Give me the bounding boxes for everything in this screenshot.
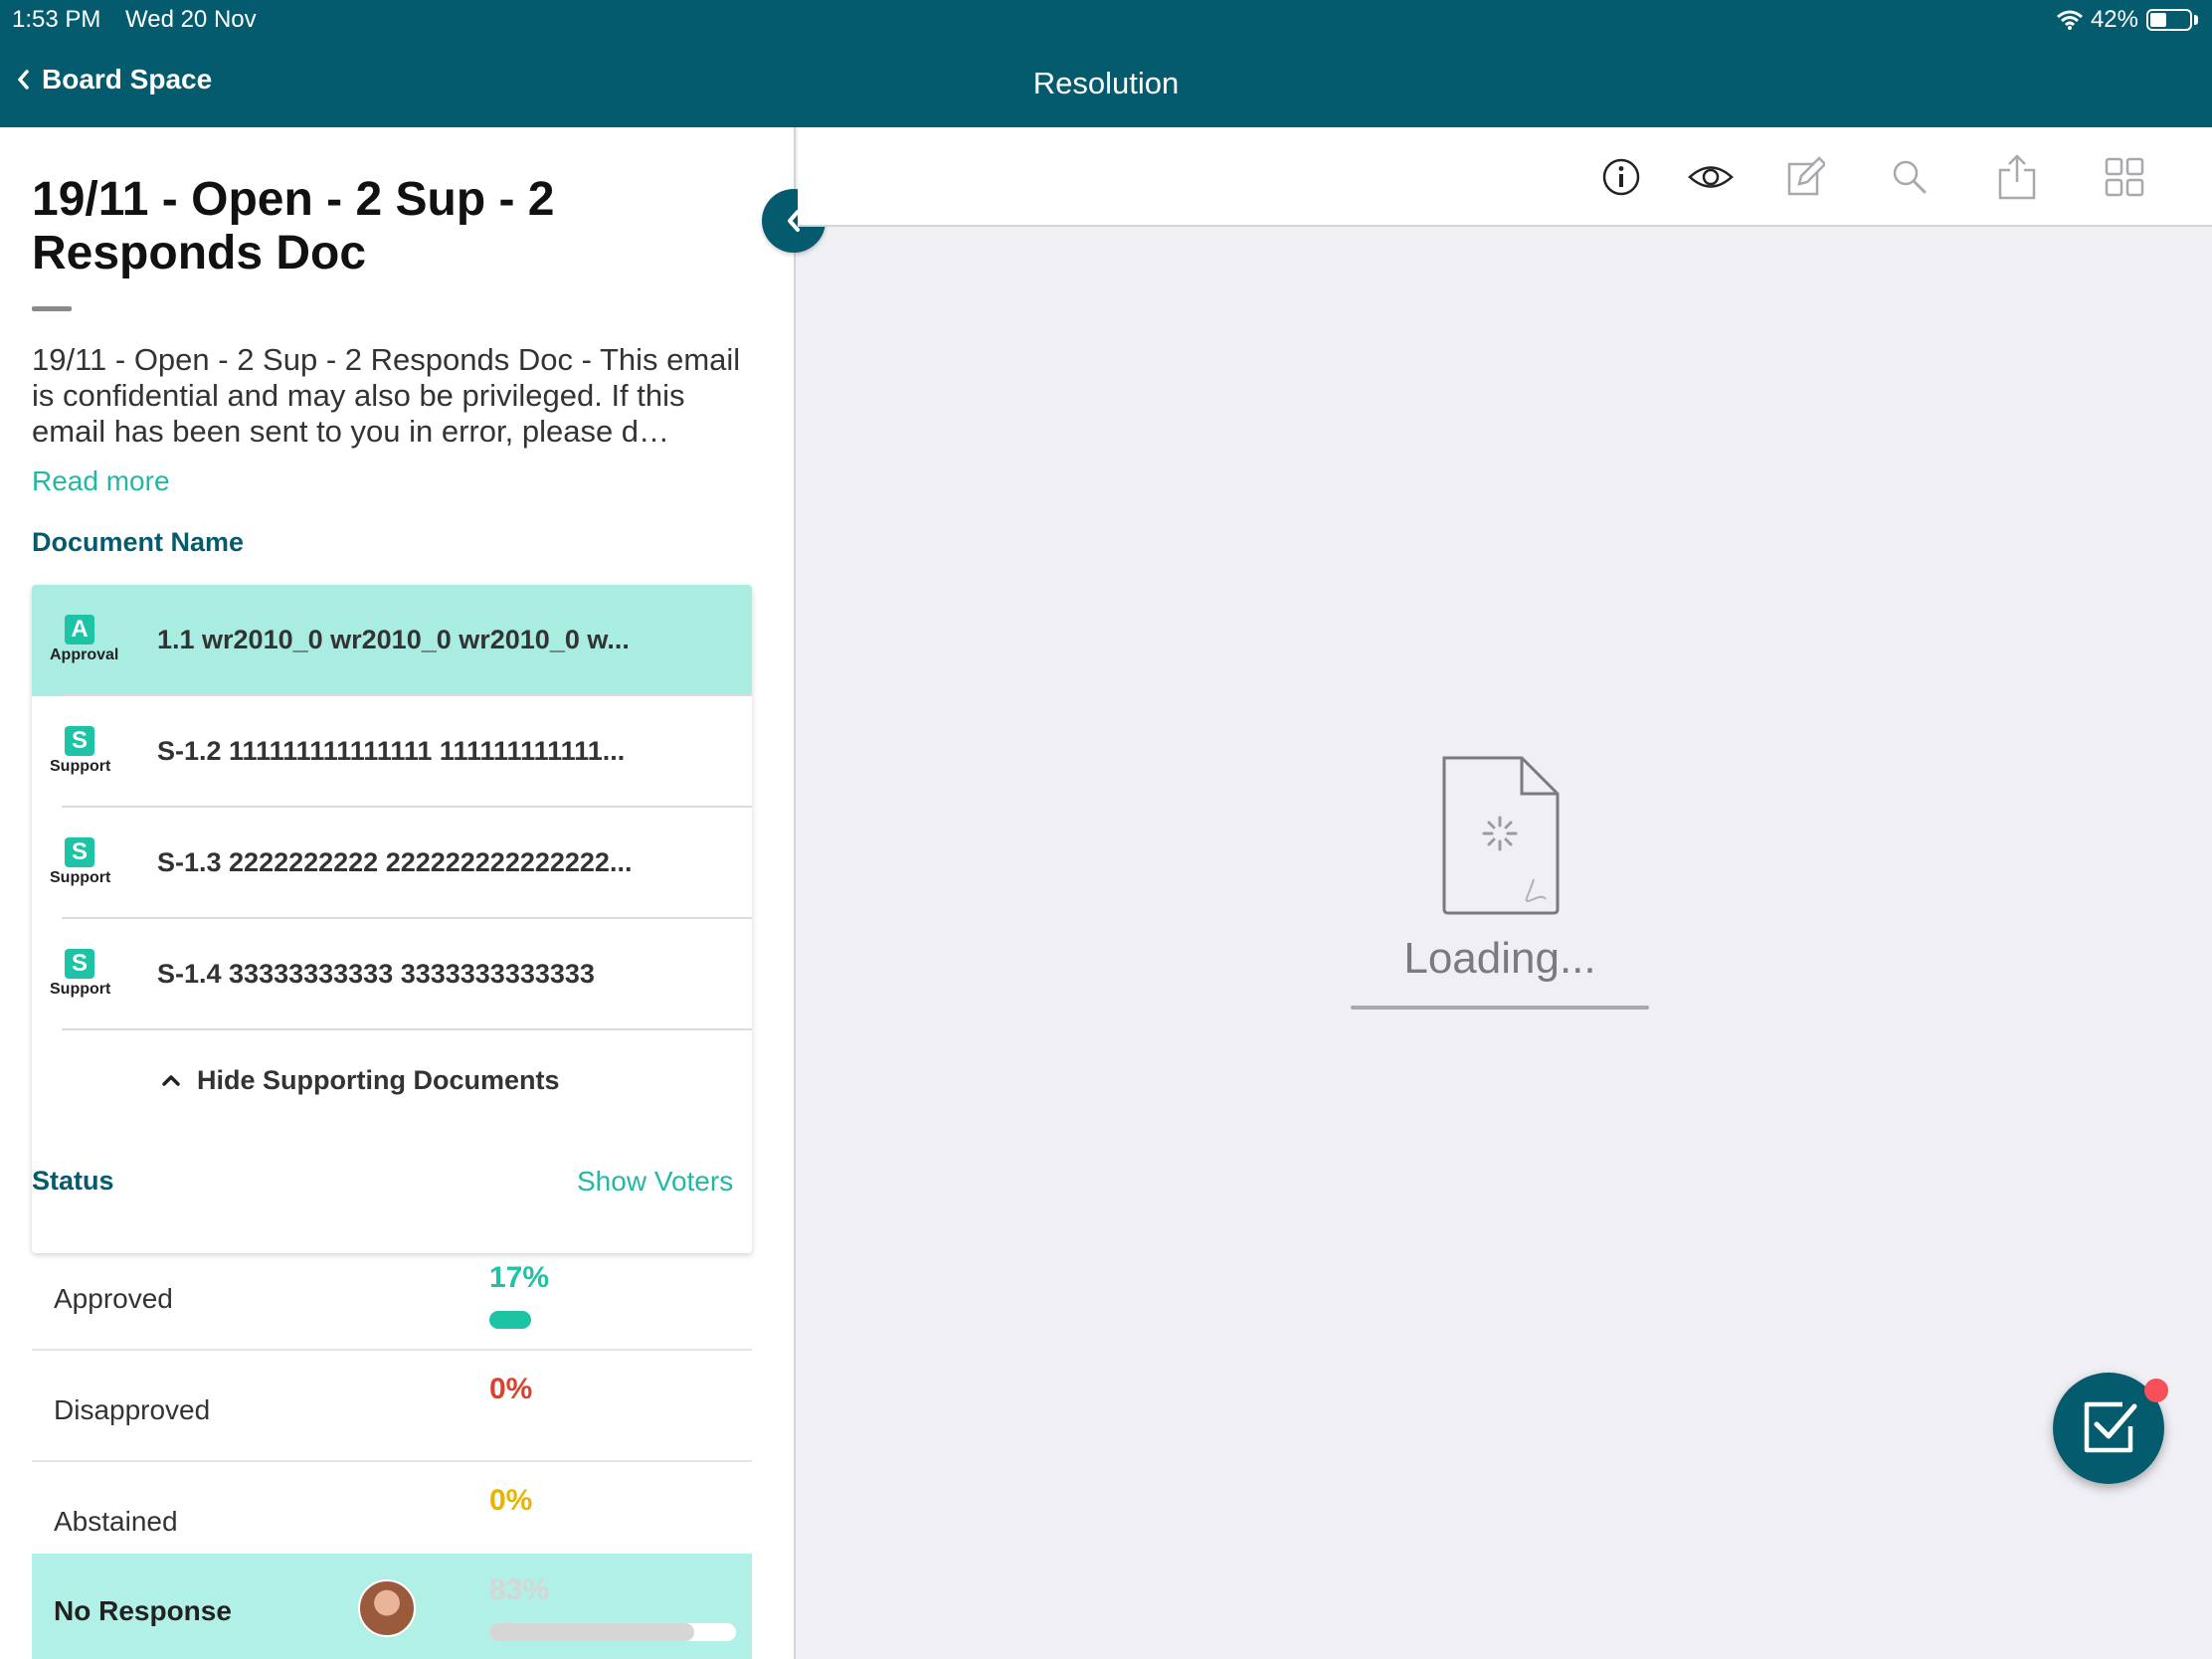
status-percent: 0% <box>489 1484 533 1517</box>
thumbnails-button[interactable] <box>2101 153 2148 201</box>
share-button[interactable] <box>1993 153 2041 201</box>
support-badge-icon: S Support <box>50 949 111 998</box>
status-row-disapproved: Disapproved 0% <box>32 1353 752 1462</box>
support-badge-icon: S Support <box>50 726 111 775</box>
grid-icon <box>2105 157 2144 197</box>
search-icon <box>1893 160 1927 194</box>
resolution-description: 19/11 - Open - 2 Sup - 2 Responds Doc - … <box>32 342 741 449</box>
status-label: Approved <box>54 1283 173 1314</box>
hide-supporting-documents-button[interactable]: Hide Supporting Documents <box>32 1030 752 1130</box>
info-icon <box>1602 158 1640 196</box>
battery-icon <box>2146 9 2192 31</box>
voter-avatar[interactable] <box>358 1579 416 1637</box>
status-date: Wed 20 Nov <box>125 6 257 33</box>
status-label: Disapproved <box>54 1394 211 1425</box>
chevron-up-icon <box>162 1075 180 1086</box>
annotate-button[interactable] <box>1780 153 1828 201</box>
top-bar: 1:53 PM Wed 20 Nov 42% Board Space Resol… <box>0 0 2212 127</box>
edit-icon <box>1787 156 1825 196</box>
document-name: S-1.3 2222222222 222222222222222... <box>157 847 633 877</box>
document-name: 1.1 wr2010_0 wr2010_0 wr2010_0 w... <box>157 625 630 654</box>
approval-badge-icon: A Approval <box>50 615 119 663</box>
battery-level <box>2150 13 2166 27</box>
document-name: S-1.2 111111111111111 111111111111... <box>157 736 626 766</box>
notification-dot <box>2144 1379 2168 1402</box>
document-name: S-1.4 33333333333 3333333333333 <box>157 959 595 989</box>
status-percent: 0% <box>489 1373 533 1405</box>
document-list: A Approval 1.1 wr2010_0 wr2010_0 wr2010_… <box>32 585 752 1253</box>
support-badge-icon: S Support <box>50 837 111 886</box>
loading-text: Loading... <box>1403 934 1596 983</box>
document-item-support[interactable]: S Support S-1.4 33333333333 333333333333… <box>32 919 752 1030</box>
status-progress-bar <box>489 1623 736 1641</box>
document-item-approval[interactable]: A Approval 1.1 wr2010_0 wr2010_0 wr2010_… <box>32 585 752 696</box>
hide-supporting-documents-label: Hide Supporting Documents <box>197 1064 560 1095</box>
document-name-heading: Document Name <box>32 527 245 557</box>
document-loading-indicator: Loading... <box>1351 754 1649 1010</box>
view-button[interactable] <box>1687 153 1735 201</box>
viewer-toolbar <box>798 127 2212 227</box>
info-button[interactable] <box>1597 153 1645 201</box>
status-progress-bar <box>489 1311 736 1329</box>
document-item-support[interactable]: S Support S-1.3 2222222222 2222222222222… <box>32 808 752 919</box>
read-more-link[interactable]: Read more <box>32 465 170 497</box>
battery-percent: 42% <box>2090 6 2138 33</box>
loading-underline <box>1351 1006 1649 1010</box>
status-progress-bar <box>489 1534 736 1552</box>
status-row-no-response[interactable]: No Response 83% <box>32 1554 752 1659</box>
share-icon <box>1998 154 2036 200</box>
document-item-support[interactable]: S Support S-1.2 111111111111111 11111111… <box>32 696 752 808</box>
status-percent: 17% <box>489 1261 550 1294</box>
status-label: No Response <box>54 1595 232 1626</box>
title-divider <box>32 306 72 311</box>
status-progress-bar <box>489 1422 736 1440</box>
battery-tip <box>2194 15 2198 25</box>
resolution-title: 19/11 - Open - 2 Sup - 2 Responds Doc <box>32 173 555 279</box>
pdf-document-icon <box>1442 756 1560 915</box>
eye-icon <box>1688 166 1734 188</box>
status-label: Abstained <box>54 1506 178 1537</box>
show-voters-link[interactable]: Show Voters <box>577 1166 733 1198</box>
checkbox-icon <box>2084 1401 2137 1453</box>
search-button[interactable] <box>1886 153 1934 201</box>
resolution-details-panel: 19/11 - Open - 2 Sup - 2 Responds Doc 19… <box>0 127 796 1659</box>
status-indicators: 42% <box>2056 6 2198 34</box>
status-time: 1:53 PM <box>12 6 101 33</box>
status-heading: Status <box>32 1166 114 1196</box>
page-title: Resolution <box>1032 66 1180 100</box>
status-percent: 83% <box>489 1573 550 1606</box>
wifi-icon <box>2056 10 2083 30</box>
status-row-approved: Approved 17% <box>32 1241 752 1351</box>
